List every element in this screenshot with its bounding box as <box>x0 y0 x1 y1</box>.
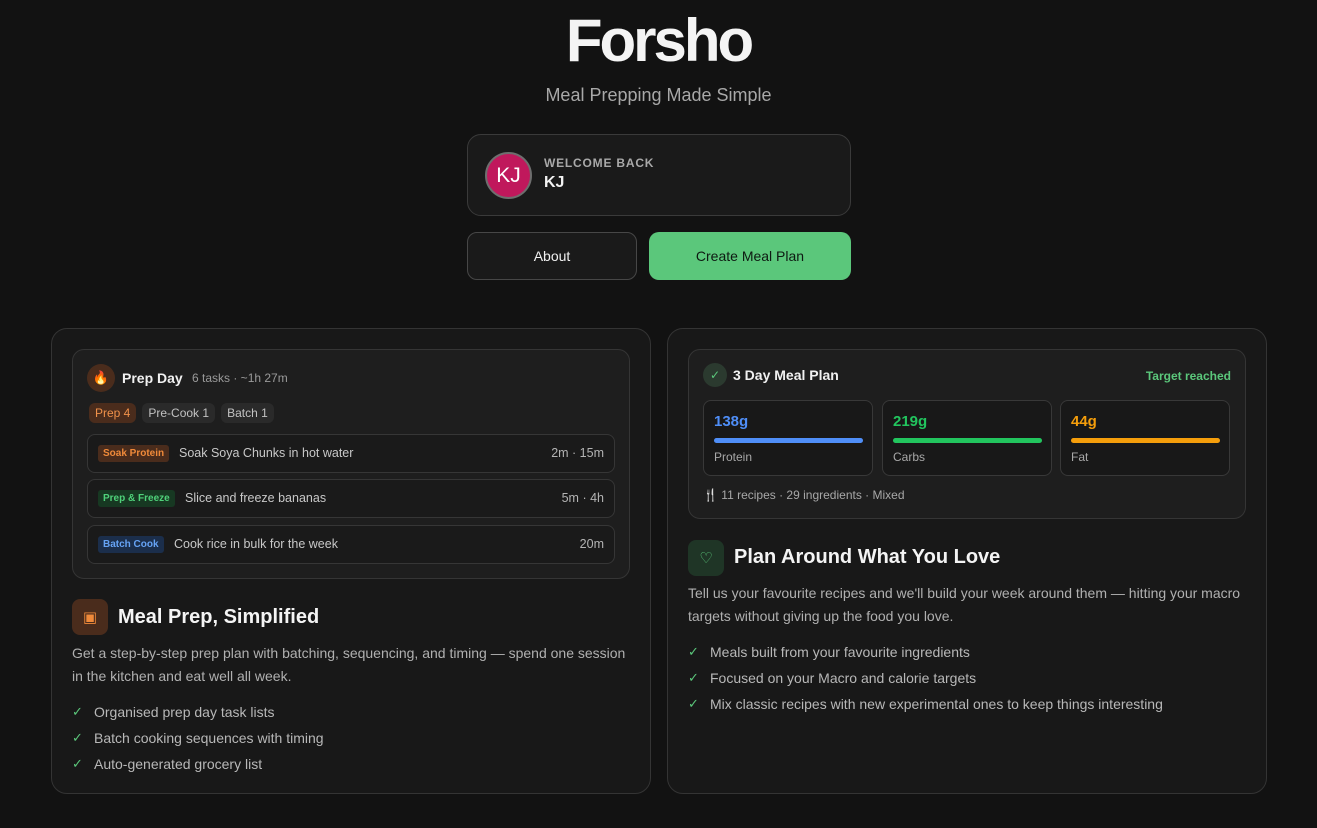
target-status: Target reached <box>1145 369 1231 383</box>
flame-icon: 🔥 <box>87 364 115 392</box>
avatar[interactable]: KJ <box>485 152 532 199</box>
task-tag: Batch Cook <box>98 536 164 553</box>
check-icon: ✓ <box>72 704 83 719</box>
macro-label: Fat <box>1071 450 1089 464</box>
feature-description: Get a step-by-step prep plan with batchi… <box>72 645 626 684</box>
feature-list: ✓ Meals built from your favourite ingredi… <box>688 643 1163 721</box>
plan-summary-text: 11 recipes · 29 ingredients · Mixed <box>721 488 905 502</box>
about-button[interactable]: About <box>467 232 637 280</box>
task-time: 5m · 4h <box>561 491 604 505</box>
task-item[interactable]: Soak Protein Soak Soya Chunks in hot wat… <box>87 434 615 473</box>
task-text: Cook rice in bulk for the week <box>174 537 338 551</box>
box-icon: ▣ <box>72 599 108 635</box>
prep-day-meta: 6 tasks · ~1h 27m <box>192 371 288 385</box>
task-text: Slice and freeze bananas <box>185 491 327 505</box>
plan-summary: 🍴 11 recipes · 29 ingredients · Mixed <box>703 488 905 502</box>
welcome-card: KJ WELCOME BACK KJ <box>467 134 851 216</box>
macro-value: 138g <box>714 413 749 430</box>
utensils-icon: 🍴 <box>703 488 718 502</box>
meal-prep-feature-card: 🔥 Prep Day 6 tasks · ~1h 27m Prep 4 Pre-… <box>51 328 651 794</box>
chip-batch[interactable]: Batch 1 <box>221 403 274 423</box>
chip-pre-cook[interactable]: Pre-Cook 1 <box>142 403 216 423</box>
feature-item: ✓ Focused on your Macro and calorie targe… <box>688 670 977 686</box>
task-time: 2m · 15m <box>551 446 604 460</box>
macro-bar <box>893 438 1042 443</box>
tagline: Meal Prepping Made Simple <box>545 85 772 105</box>
task-text: Soak Soya Chunks in hot water <box>179 446 354 460</box>
chip-prep[interactable]: Prep 4 <box>89 403 137 423</box>
macro-bar <box>714 438 863 443</box>
macro-protein: 138g Protein <box>703 400 873 476</box>
feature-item: ✓ Mix classic recipes with new experiment… <box>688 696 1163 712</box>
macro-label: Protein <box>714 450 753 464</box>
user-name: KJ <box>544 174 565 191</box>
macro-label: Carbs <box>893 450 926 464</box>
macro-fat: 44g Fat <box>1060 400 1230 476</box>
macro-value: 44g <box>1071 413 1097 430</box>
check-icon: ✓ <box>72 730 83 745</box>
task-item[interactable]: Prep & Freeze Slice and freeze bananas 5… <box>87 479 615 518</box>
welcome-label: WELCOME BACK <box>544 156 655 170</box>
task-tag: Prep & Freeze <box>98 490 175 507</box>
feature-item: ✓ Auto-generated grocery list <box>72 756 263 772</box>
task-time: 20m <box>579 537 604 551</box>
macro-bar <box>1071 438 1220 443</box>
prep-day-title: Prep Day <box>122 370 183 386</box>
create-meal-plan-button[interactable]: Create Meal Plan <box>649 232 851 280</box>
meal-plan-preview: ✓ 3 Day Meal Plan Target reached 138g Pr… <box>688 349 1246 519</box>
check-icon: ✓ <box>688 696 699 711</box>
feature-description: Tell us your favourite recipes and we'll… <box>688 585 1241 624</box>
macro-carbs: 219g Carbs <box>882 400 1052 476</box>
meal-plan-title: 3 Day Meal Plan <box>733 367 839 383</box>
prep-day-preview: 🔥 Prep Day 6 tasks · ~1h 27m Prep 4 Pre-… <box>72 349 630 579</box>
brand-logo: Forsho <box>565 7 754 74</box>
prep-chips: Prep 4 Pre-Cook 1 Batch 1 <box>89 403 274 423</box>
heart-icon: ♡ <box>688 540 724 576</box>
feature-title: Meal Prep, Simplified <box>118 606 320 628</box>
feature-item: ✓ Batch cooking sequences with timing <box>72 730 324 746</box>
macro-value: 219g <box>893 413 928 430</box>
meal-plan-feature-card: ✓ 3 Day Meal Plan Target reached 138g Pr… <box>667 328 1267 794</box>
feature-item: ✓ Organised prep day task lists <box>72 704 275 720</box>
feature-list: ✓ Organised prep day task lists ✓ Batch co… <box>72 703 324 781</box>
check-circle-icon: ✓ <box>703 363 727 387</box>
feature-item: ✓ Meals built from your favourite ingredi… <box>688 644 970 660</box>
check-icon: ✓ <box>72 756 83 771</box>
task-tag: Soak Protein <box>98 445 170 462</box>
check-icon: ✓ <box>688 670 699 685</box>
task-item[interactable]: Batch Cook Cook rice in bulk for the wee… <box>87 525 615 564</box>
check-icon: ✓ <box>688 644 699 659</box>
feature-title: Plan Around What You Love <box>734 546 1001 568</box>
